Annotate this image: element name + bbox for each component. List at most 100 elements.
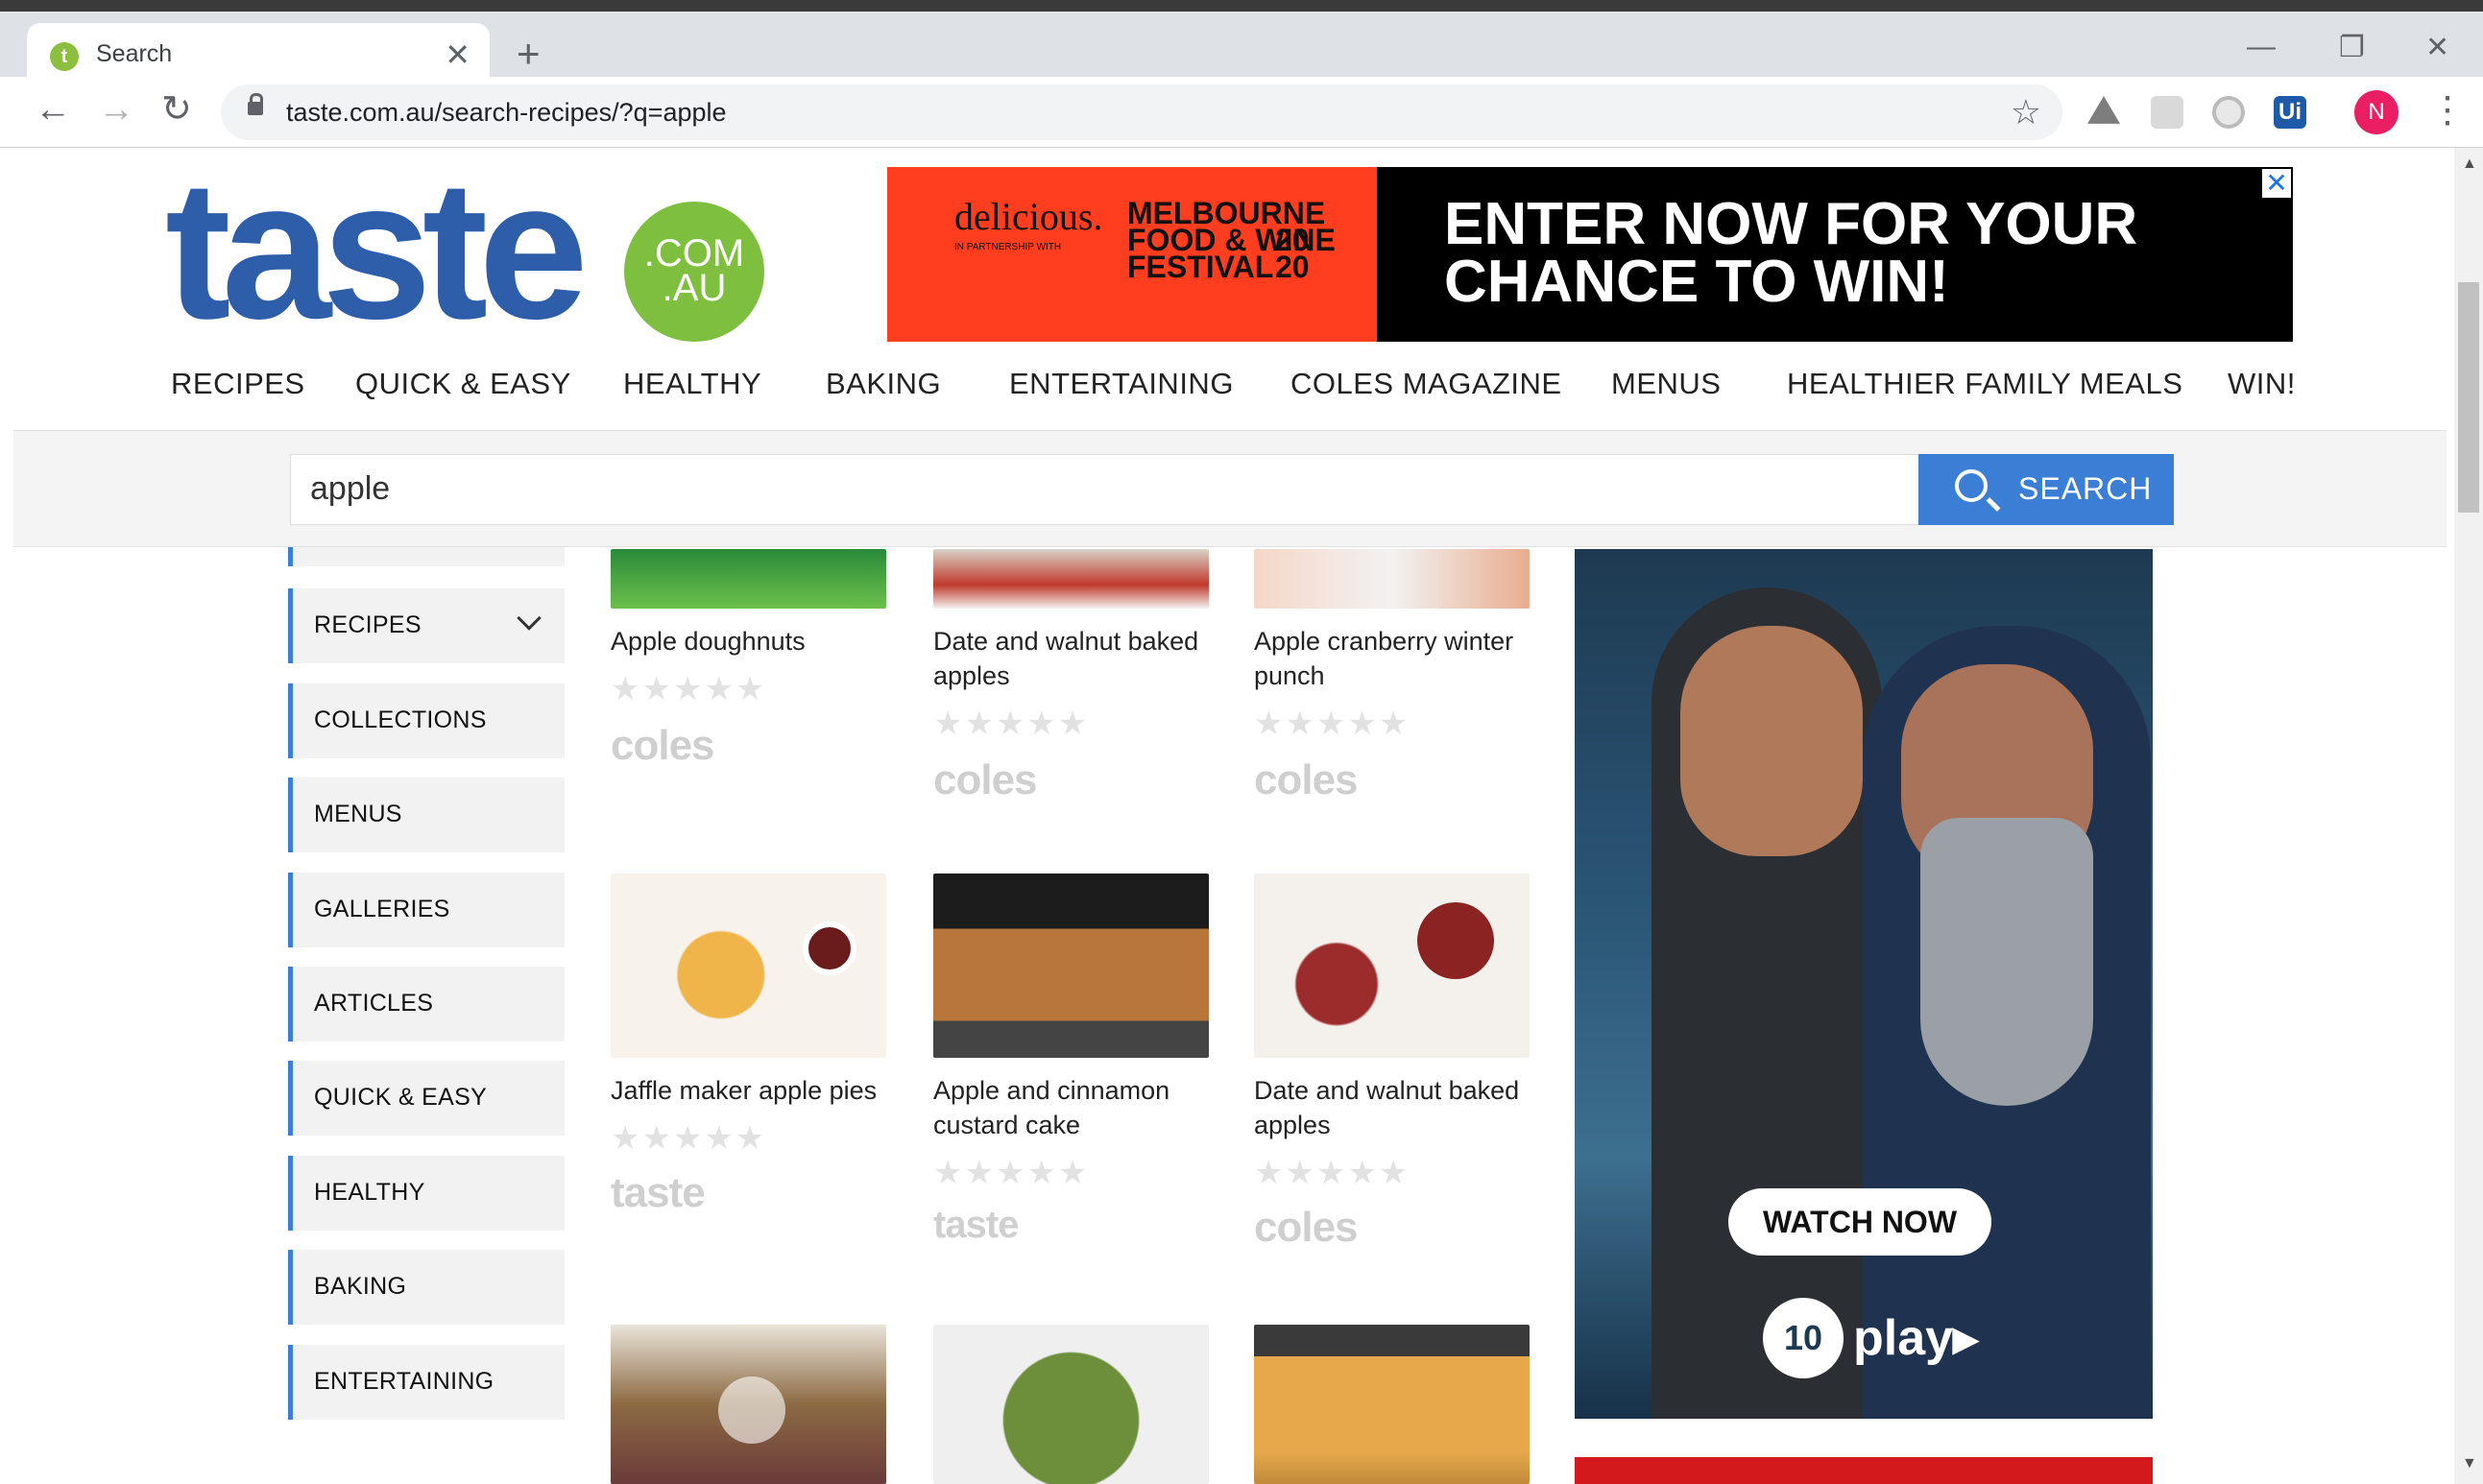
coles-ad-partial[interactable]: [1575, 1457, 2153, 1484]
watch-now-button[interactable]: WATCH NOW: [1728, 1188, 1991, 1256]
nav-entertaining[interactable]: ENTERTAINING: [1009, 367, 1234, 401]
scroll-down-arrow-icon[interactable]: ▼: [2462, 1455, 2477, 1472]
ad-brand: delicious.: [954, 195, 1103, 238]
nav-menus[interactable]: MENUS: [1611, 367, 1721, 401]
uipath-extension-icon[interactable]: Ui: [2274, 96, 2306, 129]
nav-recipes[interactable]: RECIPES: [171, 367, 305, 401]
play-wordmark: play▸: [1853, 1310, 1979, 1366]
sidebar-item-partial: [288, 547, 565, 566]
sidebar-item-label: RECIPES: [314, 611, 422, 638]
recipe-title[interactable]: Jaffle maker apple pies: [611, 1073, 889, 1108]
coles-magazine-logo: coles: [611, 722, 715, 769]
sidebar-item-collections[interactable]: COLLECTIONS: [288, 683, 565, 758]
address-bar[interactable]: taste.com.au/search-recipes/?q=apple ☆: [221, 84, 2062, 140]
nav-healthier-family-meals[interactable]: HEALTHIER FAMILY MEALS: [1787, 367, 2182, 401]
taste-favicon-icon: t: [50, 42, 79, 71]
tea-cup-icon: [803, 922, 856, 975]
search-bar-band: apple SEARCH: [13, 430, 2447, 547]
taste-logo-small: taste: [933, 1204, 1019, 1246]
restore-window-icon[interactable]: ❐: [2339, 31, 2365, 64]
profile-avatar[interactable]: N: [2354, 90, 2399, 134]
sidebar-item-label: QUICK & EASY: [314, 1084, 488, 1111]
side-video-ad[interactable]: WATCH NOW 10 play▸: [1575, 549, 2153, 1419]
ad-beard: [1920, 818, 2093, 1106]
recipe-image[interactable]: [1254, 549, 1530, 609]
ad-close-icon[interactable]: ✕: [2262, 169, 2291, 198]
tab-bar: t Search ✕ + — ❐ ✕: [0, 12, 2483, 88]
back-icon[interactable]: ←: [35, 90, 71, 129]
search-button[interactable]: SEARCH: [1918, 454, 2174, 525]
sidebar-item-recipes[interactable]: RECIPES: [288, 588, 565, 663]
extension-icon[interactable]: [2151, 96, 2183, 129]
drive-extension-icon[interactable]: [2087, 96, 2120, 124]
nav-coles-magazine[interactable]: COLES MAGAZINE: [1290, 367, 1562, 401]
browser-menu-icon[interactable]: ⋮: [2429, 88, 2466, 132]
recipe-image[interactable]: [611, 874, 886, 1058]
sidebar-item-label: ENTERTAINING: [314, 1368, 494, 1395]
taste-logo[interactable]: taste .COM .AU: [165, 144, 764, 355]
sidebar-item-label: GALLERIES: [314, 896, 450, 922]
recipe-image[interactable]: [933, 1325, 1209, 1484]
ad-year: 20 20: [1275, 225, 1310, 282]
sidebar-item-baking[interactable]: BAKING: [288, 1250, 565, 1325]
logo-badge-top: .COM: [643, 232, 745, 275]
scroll-up-arrow-icon[interactable]: ▲: [2462, 156, 2477, 173]
nav-win[interactable]: WIN!: [2228, 367, 2296, 401]
rating-stars: ★★★★★: [611, 671, 767, 707]
recipe-image[interactable]: [933, 549, 1209, 609]
sidebar-item-label: ARTICLES: [314, 990, 434, 1017]
ad-headline: ENTER NOW FOR YOUR CHANCE TO WIN!: [1444, 191, 2231, 315]
nav-quick-easy[interactable]: QUICK & EASY: [355, 367, 571, 401]
chevron-down-icon[interactable]: [517, 606, 542, 631]
close-window-icon[interactable]: ✕: [2425, 31, 2449, 64]
search-button-label: SEARCH: [2018, 471, 2153, 506]
tab-title: Search: [96, 40, 173, 67]
minimize-window-icon[interactable]: —: [2247, 31, 2276, 63]
reload-icon[interactable]: ↻: [161, 90, 192, 129]
recipe-image[interactable]: [933, 874, 1209, 1058]
ad-headline-line1: ENTER NOW FOR YOUR: [1444, 191, 2138, 257]
close-tab-icon[interactable]: ✕: [445, 36, 470, 73]
ad-event: MELBOURNE FOOD & WINE FESTIVAL: [1127, 196, 1336, 284]
scrollbar-thumb[interactable]: [2458, 282, 2479, 513]
nav-baking[interactable]: BAKING: [826, 367, 941, 401]
coles-magazine-logo: coles: [1254, 756, 1359, 803]
sidebar-item-menus[interactable]: MENUS: [288, 778, 565, 852]
recipe-image[interactable]: [611, 1325, 886, 1484]
rating-stars: ★★★★★: [933, 706, 1090, 742]
sidebar-item-label: MENUS: [314, 801, 402, 827]
coles-magazine-logo: coles: [933, 756, 1038, 803]
recipe-image[interactable]: [1254, 1325, 1530, 1484]
camera-extension-icon[interactable]: [2212, 96, 2245, 129]
sidebar-item-label: BAKING: [314, 1273, 407, 1300]
recipe-title[interactable]: Date and walnut baked apples: [1254, 1073, 1532, 1142]
forward-icon[interactable]: →: [98, 90, 134, 129]
sidebar-item-label: COLLECTIONS: [314, 706, 487, 733]
recipe-image[interactable]: [1254, 874, 1530, 1058]
browser-toolbar: ← → ↻ taste.com.au/search-recipes/?q=app…: [0, 77, 2483, 148]
ad-face-left: [1680, 626, 1863, 856]
recipe-title[interactable]: Date and walnut baked apples: [933, 624, 1212, 693]
sidebar-item-articles[interactable]: ARTICLES: [288, 967, 565, 1041]
recipe-title[interactable]: Apple cranberry winter punch: [1254, 624, 1532, 693]
sidebar-item-galleries[interactable]: GALLERIES: [288, 873, 565, 947]
logo-badge: .COM .AU: [624, 202, 764, 342]
top-banner-ad[interactable]: delicious. IN PARTNERSHIP WITH MELBOURNE…: [887, 167, 2293, 342]
search-input[interactable]: apple: [290, 454, 1922, 525]
nav-healthy[interactable]: HEALTHY: [623, 367, 761, 401]
page-scrollbar[interactable]: ▲ ▼: [2454, 148, 2483, 1484]
sidebar-item-healthy[interactable]: HEALTHY: [288, 1156, 565, 1231]
ad-headline-line2: CHANCE TO WIN!: [1444, 249, 1949, 315]
url-text[interactable]: taste.com.au/search-recipes/?q=apple: [286, 98, 727, 128]
new-tab-button[interactable]: +: [517, 34, 541, 74]
logo-badge-bottom: .AU: [662, 267, 727, 309]
sidebar-item-entertaining[interactable]: ENTERTAINING: [288, 1345, 565, 1420]
10play-logo: 10 play▸: [1763, 1298, 1978, 1384]
video-play-icon[interactable]: [718, 1376, 785, 1444]
recipe-title[interactable]: Apple doughnuts: [611, 624, 889, 658]
recipe-image[interactable]: [611, 549, 886, 609]
taste-logo-small: taste: [611, 1169, 706, 1216]
recipe-title[interactable]: Apple and cinnamon custard cake: [933, 1073, 1212, 1142]
bookmark-star-icon[interactable]: ☆: [2011, 92, 2041, 132]
sidebar-item-quick-easy[interactable]: QUICK & EASY: [288, 1061, 565, 1136]
